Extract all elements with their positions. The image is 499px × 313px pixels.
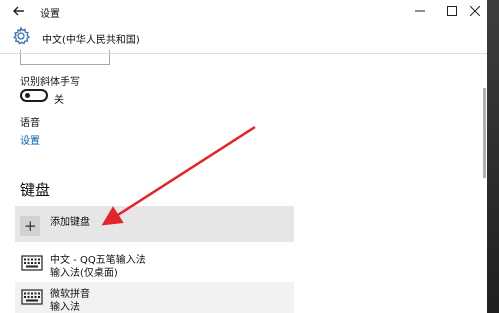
keyboard-item-microsoft-pinyin[interactable]: 微软拼音 输入法 xyxy=(15,282,294,313)
window-title: 设置 xyxy=(40,9,60,20)
toggle-state-label: 关 xyxy=(54,95,64,106)
add-keyboard-button[interactable]: + 添加键盘 xyxy=(15,206,294,242)
toggle-knob xyxy=(25,93,30,98)
keyboard-subtitle: 输入法 xyxy=(50,302,80,313)
close-button[interactable] xyxy=(460,0,487,22)
keyboard-icon xyxy=(21,255,43,271)
language-title: 中文(中华人民共和国) xyxy=(42,35,140,46)
settings-window: 设置 中文(中华人民共和国) 识别斜体手写 关 语音 设置 键盘 + 添加键盘 xyxy=(0,0,487,313)
maximize-icon xyxy=(447,6,457,16)
voice-settings-link[interactable]: 设置 xyxy=(20,132,40,147)
keyboard-icon xyxy=(21,289,43,305)
back-button[interactable] xyxy=(10,3,28,19)
gear-icon xyxy=(13,26,31,45)
keyboard-heading: 键盘 xyxy=(20,181,51,199)
keyboard-subtitle: 输入法(仅桌面) xyxy=(50,268,118,279)
minimize-icon xyxy=(415,10,425,12)
handwriting-label: 识别斜体手写 xyxy=(20,77,80,88)
voice-label: 语音 xyxy=(20,118,40,129)
desktop-edge xyxy=(487,0,499,313)
header-divider xyxy=(0,53,487,54)
title-bar: 设置 xyxy=(0,0,487,22)
language-header: 中文(中华人民共和国) xyxy=(0,22,487,52)
plus-icon: + xyxy=(20,216,40,236)
minimize-button[interactable] xyxy=(405,0,435,22)
handwriting-toggle[interactable] xyxy=(20,89,48,102)
keyboard-item-qq-wubi[interactable]: 中文 - QQ五笔输入法 输入法(仅桌面) xyxy=(15,248,294,280)
scrollbar-thumb[interactable] xyxy=(483,88,486,178)
back-arrow-icon xyxy=(13,6,24,16)
add-keyboard-label: 添加键盘 xyxy=(50,217,90,228)
close-icon xyxy=(470,6,480,16)
